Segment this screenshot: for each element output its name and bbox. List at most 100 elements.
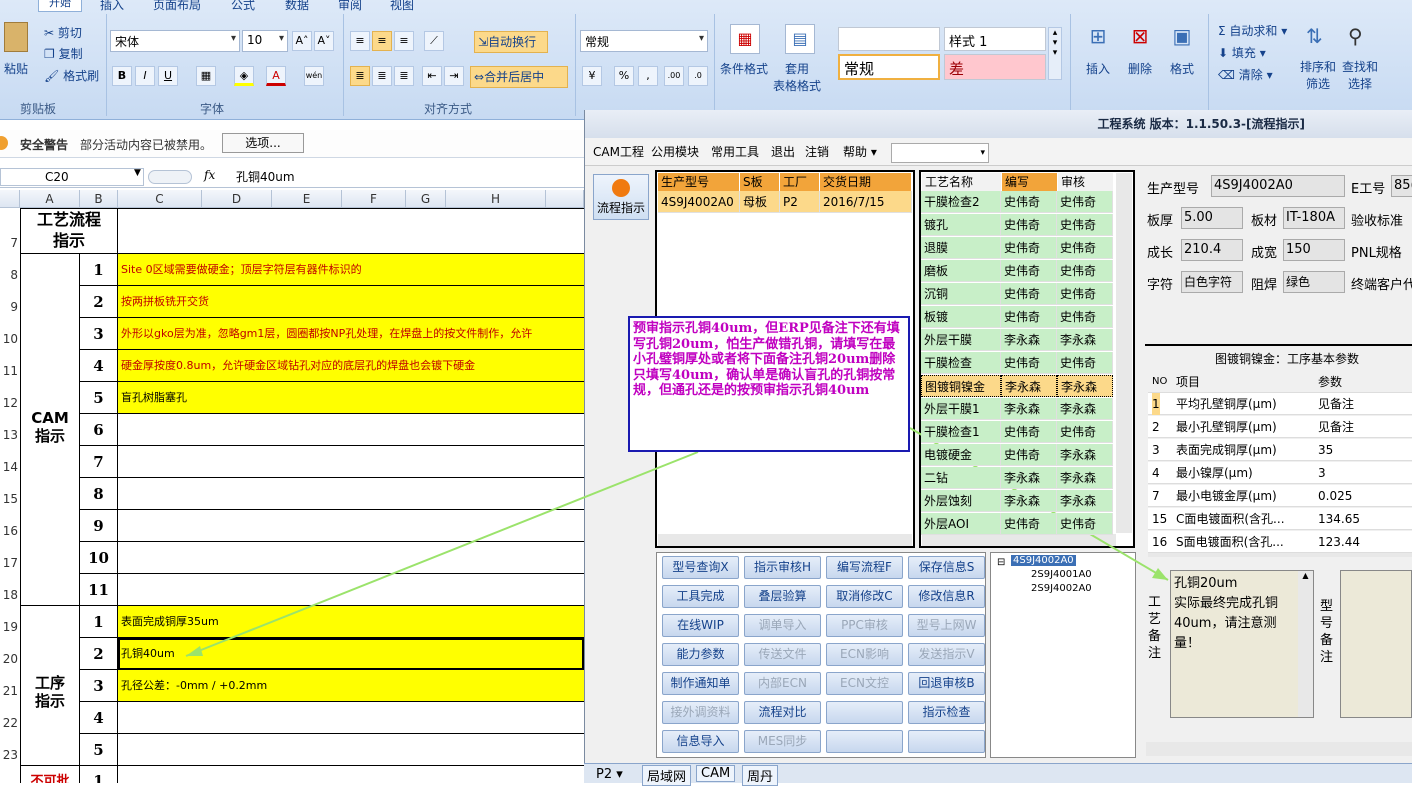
order-col-header[interactable]: S板 bbox=[740, 173, 780, 191]
indent-increase-icon[interactable]: ⇥ bbox=[444, 66, 464, 86]
comma-icon[interactable]: , bbox=[638, 66, 658, 86]
action-button[interactable] bbox=[908, 730, 985, 753]
status-factory[interactable]: P2 ▾ bbox=[596, 767, 623, 782]
process-writer-cell[interactable]: 史伟奇 bbox=[1001, 444, 1057, 466]
orientation-icon[interactable]: ⟋ bbox=[424, 31, 444, 51]
row-header[interactable]: 23 bbox=[0, 748, 20, 762]
workflow-title-cell[interactable]: 工艺流程 指示 bbox=[20, 208, 118, 254]
row-header[interactable]: 18 bbox=[0, 588, 20, 602]
action-button[interactable]: 修改信息R bbox=[908, 585, 985, 608]
cut-button[interactable]: ✂ 剪切 bbox=[44, 24, 82, 41]
row-header[interactable]: 22 bbox=[0, 716, 20, 730]
tab-review[interactable]: 审阅 bbox=[338, 0, 362, 13]
process-name-cell[interactable]: 图镀铜镍金 bbox=[921, 375, 1001, 397]
tab-home[interactable]: 开始 bbox=[38, 0, 82, 12]
process-name-cell[interactable]: 干膜检查 bbox=[921, 352, 1001, 374]
italic-icon[interactable]: I bbox=[135, 66, 155, 86]
process-writer-cell[interactable]: 史伟奇 bbox=[1001, 237, 1057, 259]
process-reviewer-cell[interactable]: 史伟奇 bbox=[1057, 214, 1113, 236]
model-field[interactable]: 4S9J4002A0 bbox=[1211, 175, 1345, 197]
status-module[interactable]: CAM bbox=[696, 765, 736, 782]
indent-decrease-icon[interactable]: ⇤ bbox=[422, 66, 442, 86]
format-as-table-button[interactable]: 套用 表格格式 bbox=[773, 60, 821, 94]
cam-item-cell[interactable]: Site 0区域需要做硬金；顶层字符层有器件标识的 bbox=[118, 254, 584, 286]
cam-item-cell[interactable]: 按两拼板铣开交货 bbox=[118, 286, 584, 318]
col-header[interactable] bbox=[546, 190, 584, 208]
cam-item-cell[interactable] bbox=[118, 446, 584, 478]
process-writer-cell[interactable]: 史伟奇 bbox=[1001, 283, 1057, 305]
row-header[interactable]: 16 bbox=[0, 524, 20, 538]
cam-item-cell[interactable] bbox=[118, 478, 584, 510]
process-reviewer-cell[interactable]: 李永森 bbox=[1057, 329, 1113, 351]
font-size-select[interactable]: 10 bbox=[242, 30, 288, 52]
process-name-cell[interactable]: 电镀硬金 bbox=[921, 444, 1001, 466]
style-1-cell[interactable]: 样式 1 bbox=[944, 27, 1046, 51]
cam-item-cell[interactable]: 盲孔树脂塞孔 bbox=[118, 382, 584, 414]
process-writer-cell[interactable]: 李永森 bbox=[1001, 490, 1057, 512]
process-reviewer-cell[interactable]: 史伟奇 bbox=[1057, 306, 1113, 328]
params-row[interactable]: 2 最小孔壁铜厚(μm) 见备注 bbox=[1148, 416, 1412, 438]
action-button[interactable]: 流程对比 bbox=[744, 701, 821, 724]
style-bad-cell[interactable]: 差 bbox=[944, 54, 1046, 80]
align-center-icon[interactable]: ≣ bbox=[372, 66, 392, 86]
select-all-corner[interactable] bbox=[0, 190, 20, 208]
cam-item-cell[interactable] bbox=[118, 542, 584, 574]
style-gallery-scroll[interactable]: ▴ ▾ ▾ bbox=[1048, 27, 1062, 80]
process-writer-cell[interactable]: 史伟奇 bbox=[1001, 191, 1057, 213]
order-col-header[interactable]: 工厂 bbox=[780, 173, 820, 191]
proc-col-header[interactable]: 工艺名称 bbox=[922, 173, 1002, 191]
process-item-cell[interactable] bbox=[118, 702, 584, 734]
row-header[interactable]: 19 bbox=[0, 620, 20, 634]
row-header[interactable]: 21 bbox=[0, 684, 20, 698]
process-reviewer-cell[interactable]: 李永森 bbox=[1057, 467, 1113, 489]
row-header[interactable]: 15 bbox=[0, 492, 20, 506]
insert-button[interactable]: 插入 bbox=[1086, 60, 1110, 77]
process-name-cell[interactable]: 外层蚀刻 bbox=[921, 490, 1001, 512]
paste-button[interactable]: 粘贴 bbox=[4, 60, 28, 77]
row-header[interactable]: 11 bbox=[0, 364, 20, 378]
action-button[interactable] bbox=[826, 730, 903, 753]
shrink-font-icon[interactable]: A˅ bbox=[314, 31, 334, 51]
process-writer-cell[interactable]: 史伟奇 bbox=[1001, 352, 1057, 374]
process-item-cell[interactable] bbox=[118, 734, 584, 766]
action-button[interactable]: 保存信息S bbox=[908, 556, 985, 579]
process-item-cell[interactable]: 孔径公差：-0mm / +0.2mm bbox=[118, 670, 584, 702]
action-button[interactable]: ECN影响 bbox=[826, 643, 903, 666]
tree-node[interactable]: 2S9J4001A0 bbox=[1031, 569, 1092, 580]
fill-button[interactable]: ⬇ 填充 ▾ bbox=[1218, 44, 1266, 61]
row-header[interactable]: 7 bbox=[0, 236, 20, 250]
action-button[interactable]: 指示审核H bbox=[744, 556, 821, 579]
autosum-button[interactable]: Σ 自动求和 ▾ bbox=[1218, 22, 1287, 39]
thickness-field[interactable]: 5.00 bbox=[1181, 207, 1243, 229]
model-note-textarea[interactable] bbox=[1340, 570, 1412, 718]
process-reviewer-cell[interactable]: 李永森 bbox=[1057, 375, 1113, 397]
tab-data[interactable]: 数据 bbox=[285, 0, 309, 13]
process-note-textarea[interactable]: 孔铜20um 实际最终完成孔铜40um，请注意测量！ bbox=[1170, 570, 1314, 718]
action-button[interactable]: PPC审核 bbox=[826, 614, 903, 637]
action-button[interactable]: 传送文件 bbox=[744, 643, 821, 666]
order-factory-cell[interactable]: P2 bbox=[780, 191, 820, 213]
col-header[interactable]: H bbox=[446, 190, 546, 208]
width-field[interactable]: 150 bbox=[1283, 239, 1345, 261]
notes-hscrollbar[interactable] bbox=[1146, 742, 1412, 756]
col-header[interactable]: B bbox=[80, 190, 118, 208]
process-name-cell[interactable]: 板镀 bbox=[921, 306, 1001, 328]
grow-font-icon[interactable]: A˄ bbox=[292, 31, 312, 51]
align-top-icon[interactable]: ≡ bbox=[350, 31, 370, 51]
tree-node[interactable]: 2S9J4002A0 bbox=[1031, 583, 1092, 594]
sort-filter-button[interactable]: 排序和 筛选 bbox=[1300, 58, 1336, 92]
length-field[interactable]: 210.4 bbox=[1181, 239, 1243, 261]
process-reviewer-cell[interactable]: 李永森 bbox=[1057, 490, 1113, 512]
menu-help[interactable]: 帮助 ▾ bbox=[843, 142, 877, 162]
fill-color-icon[interactable]: ◈ bbox=[234, 66, 254, 86]
tab-view[interactable]: 视图 bbox=[390, 0, 414, 13]
formula-slider[interactable] bbox=[148, 170, 192, 184]
header-blank-cell[interactable] bbox=[118, 208, 584, 254]
col-header[interactable]: D bbox=[202, 190, 272, 208]
action-button[interactable]: 型号上网W bbox=[908, 614, 985, 637]
align-right-icon[interactable]: ≣ bbox=[394, 66, 414, 86]
process-name-cell[interactable]: 二钻 bbox=[921, 467, 1001, 489]
border-icon[interactable]: ▦ bbox=[196, 66, 216, 86]
process-reviewer-cell[interactable]: 李永森 bbox=[1057, 398, 1113, 420]
process-name-cell[interactable]: 干膜检查1 bbox=[921, 421, 1001, 443]
